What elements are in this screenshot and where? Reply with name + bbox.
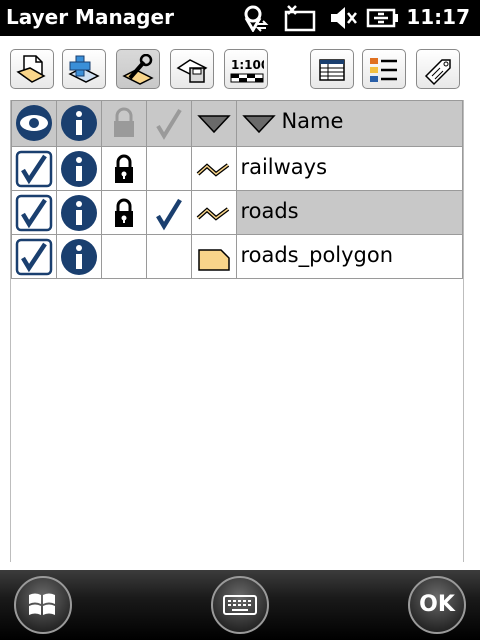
battery-charging-icon bbox=[366, 4, 398, 32]
gps-sync-icon bbox=[240, 4, 270, 33]
column-header-lock[interactable] bbox=[100, 100, 147, 147]
line-layer-icon bbox=[196, 207, 229, 221]
info-icon bbox=[60, 105, 97, 141]
volume-muted-icon bbox=[328, 4, 358, 32]
info-icon bbox=[60, 151, 97, 187]
edit-toggle[interactable] bbox=[145, 234, 192, 279]
scale-button[interactable]: 1:100 bbox=[224, 49, 268, 89]
no-signal-icon bbox=[284, 4, 316, 32]
info-icon bbox=[60, 239, 97, 275]
layer-name: roads_polygon bbox=[240, 243, 394, 267]
ok-label: OK bbox=[419, 592, 455, 617]
visible-checkbox[interactable] bbox=[11, 190, 57, 235]
start-button[interactable] bbox=[14, 576, 72, 634]
scale-label: 1:100 bbox=[231, 58, 264, 72]
triangle-down-icon bbox=[242, 115, 277, 134]
toolbar: 1:100 bbox=[0, 36, 480, 100]
info-button[interactable] bbox=[55, 146, 102, 191]
open-layer-button[interactable] bbox=[10, 49, 54, 89]
layer-properties-button[interactable] bbox=[116, 49, 160, 89]
column-header-name[interactable]: Name bbox=[236, 100, 463, 147]
lock-toggle[interactable] bbox=[100, 190, 147, 235]
layer-name: roads bbox=[240, 199, 299, 223]
open-folder-icon bbox=[16, 55, 46, 83]
add-layer-button[interactable] bbox=[62, 49, 106, 89]
info-icon bbox=[60, 195, 97, 231]
lock-icon bbox=[114, 198, 133, 227]
layer-type-cell bbox=[190, 146, 238, 191]
visible-checkbox[interactable] bbox=[11, 146, 57, 191]
edit-toggle[interactable] bbox=[145, 190, 192, 235]
table-row[interactable]: roads bbox=[11, 190, 463, 235]
window-title: Layer Manager bbox=[6, 5, 174, 29]
legend-icon bbox=[370, 58, 397, 82]
add-layer-icon bbox=[68, 55, 100, 83]
save-layer-button[interactable] bbox=[170, 49, 214, 89]
column-header-visible[interactable] bbox=[11, 100, 57, 147]
eye-icon bbox=[16, 105, 52, 141]
lock-icon bbox=[114, 154, 133, 183]
label-button[interactable] bbox=[416, 49, 460, 89]
keyboard-icon bbox=[223, 595, 257, 615]
table-header-row: Name bbox=[11, 100, 463, 147]
keyboard-button[interactable] bbox=[211, 576, 269, 634]
layer-name: railways bbox=[240, 155, 328, 179]
wrench-icon bbox=[122, 54, 154, 85]
polygon-layer-icon bbox=[197, 249, 230, 271]
windows-start-icon bbox=[29, 593, 55, 615]
column-header-info[interactable] bbox=[55, 100, 102, 147]
layer-name-cell[interactable]: railways bbox=[236, 146, 463, 191]
line-layer-icon bbox=[196, 163, 229, 177]
layer-table: Name railways roads roads_polygon bbox=[11, 100, 463, 279]
table-row[interactable]: roads_polygon bbox=[11, 234, 463, 279]
lock-icon bbox=[113, 107, 134, 137]
column-header-edit[interactable] bbox=[145, 100, 192, 147]
layer-name-cell[interactable]: roads bbox=[236, 190, 463, 235]
lock-toggle[interactable] bbox=[100, 234, 147, 279]
layer-list: Name railways roads roads_polygon bbox=[10, 100, 464, 562]
checkbox-checked-icon bbox=[15, 194, 53, 232]
attribute-table-button[interactable] bbox=[310, 49, 354, 89]
tag-icon bbox=[424, 59, 451, 86]
edit-check-icon bbox=[155, 198, 182, 231]
layer-type-cell bbox=[190, 234, 238, 279]
clock: 11:17 bbox=[406, 5, 470, 29]
visible-checkbox[interactable] bbox=[11, 234, 57, 279]
check-icon bbox=[155, 108, 182, 140]
legend-button[interactable] bbox=[362, 49, 406, 89]
table-icon bbox=[319, 59, 345, 81]
column-header-type[interactable] bbox=[190, 100, 238, 147]
checkbox-checked-icon bbox=[15, 150, 53, 188]
edit-toggle[interactable] bbox=[145, 146, 192, 191]
layer-name-cell[interactable]: roads_polygon bbox=[236, 234, 463, 279]
info-button[interactable] bbox=[55, 190, 102, 235]
table-row[interactable]: railways bbox=[11, 146, 463, 191]
name-header-label: Name bbox=[281, 109, 344, 133]
info-button[interactable] bbox=[55, 234, 102, 279]
ok-button[interactable]: OK bbox=[408, 576, 466, 634]
checkbox-checked-icon bbox=[15, 238, 53, 276]
scale-icon: 1:100 bbox=[230, 58, 264, 83]
layer-type-cell bbox=[190, 190, 238, 235]
triangle-down-icon bbox=[196, 115, 231, 134]
status-bar: Layer Manager 11:17 bbox=[0, 0, 480, 36]
bottom-bar: OK bbox=[0, 570, 480, 640]
lock-toggle[interactable] bbox=[100, 146, 147, 191]
save-layer-icon bbox=[176, 59, 208, 83]
